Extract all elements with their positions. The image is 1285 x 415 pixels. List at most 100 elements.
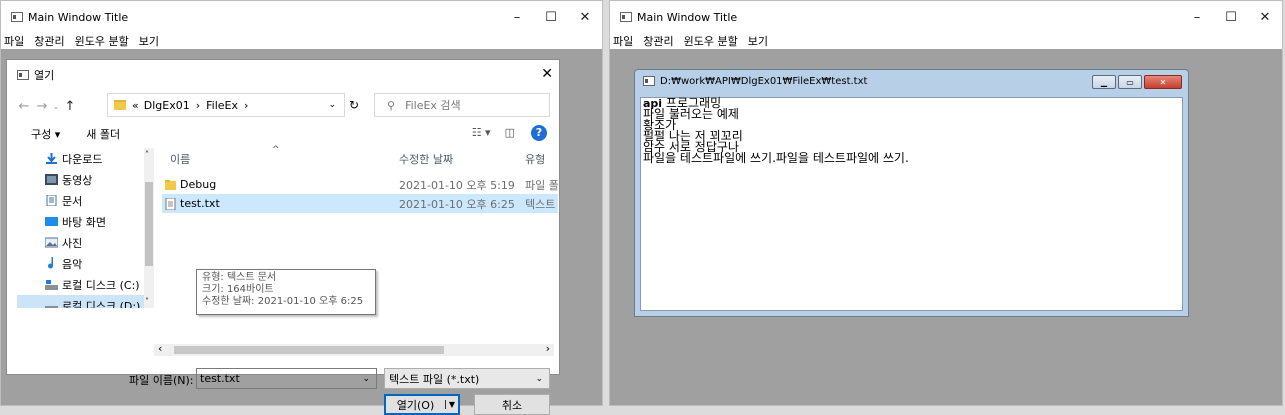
column-date[interactable]: 수정한 날짜 (399, 151, 453, 167)
recent-dropdown-icon[interactable]: ⌄ (51, 102, 61, 111)
scroll-down-icon[interactable]: ˅ (145, 297, 149, 306)
back-arrow-icon[interactable]: ← (15, 99, 33, 114)
download-icon (46, 153, 57, 164)
maximize-button[interactable]: ☐ (1214, 1, 1248, 33)
file-name: test.txt (180, 197, 220, 210)
folder-icon (114, 100, 126, 110)
address-overflow: « (132, 98, 139, 112)
desktop-icon (45, 217, 58, 226)
filetype-select[interactable]: 텍스트 파일 (*.txt) ⌄ (384, 368, 550, 389)
text-content-area[interactable]: api 프로그래밍 파일 불러오는 예제 황조가 펄펄 나는 저 꾀꼬리 암수 … (640, 97, 1183, 311)
music-icon (48, 257, 53, 269)
search-placeholder: FileEx 검색 (405, 99, 461, 112)
navigation-scrollbar[interactable]: ˄ ˅ (144, 148, 154, 308)
nav-item-videos[interactable]: 동영상 (17, 169, 154, 190)
child-restore-button[interactable]: ▭ (1118, 75, 1142, 89)
organize-button[interactable]: 구성 ▾ (31, 126, 60, 142)
menu-view[interactable]: 보기 (139, 33, 159, 49)
file-name: Debug (180, 178, 217, 191)
address-dropdown-icon[interactable]: ⌄ (328, 100, 336, 110)
child-app-icon (643, 76, 655, 86)
up-arrow-icon[interactable]: ↑ (61, 99, 79, 114)
help-icon[interactable]: ? (531, 125, 547, 141)
nav-item-documents[interactable]: 문서 (17, 190, 154, 211)
folder-icon (165, 179, 176, 190)
child-close-button[interactable]: ✕ (1144, 75, 1182, 89)
new-folder-button[interactable]: 새 폴더 (86, 126, 120, 142)
child-minimize-button[interactable]: ▁ (1092, 75, 1116, 89)
close-button[interactable]: ✕ (1248, 1, 1282, 33)
menu-window-split[interactable]: 윈도우 분할 (684, 33, 738, 49)
column-type[interactable]: 유형 (525, 151, 545, 167)
tooltip-type: 유형: 텍스트 문서 (202, 272, 277, 283)
scroll-up-icon[interactable]: ˄ (145, 150, 149, 159)
horizontal-scrollbar[interactable]: ‹ › (154, 342, 554, 356)
text-line: 파일 불러오는 예제 (643, 107, 739, 121)
breadcrumb-separator-icon: › (195, 98, 201, 112)
menu-bar: 파일 창관리 윈도우 분할 보기 (1, 33, 602, 49)
client-area: D:₩work₩API₩DlgEx01₩FileEx₩test.txt ▁ ▭ … (610, 49, 1282, 405)
window-title: Main Window Title (637, 10, 738, 24)
nav-item-label: 바탕 화면 (62, 215, 106, 229)
minimize-button[interactable]: – (1180, 1, 1214, 33)
column-name[interactable]: 이름 (170, 151, 190, 167)
nav-item-desktop[interactable]: 바탕 화면 (17, 211, 154, 232)
dialog-close-icon[interactable]: ✕ (541, 66, 553, 82)
horizontal-scroll-thumb[interactable] (174, 346, 444, 354)
nav-item-local-disk-d[interactable]: 로컬 디스크 (D:) (17, 295, 154, 308)
menu-bar: 파일 창관리 윈도우 분할 보기 (610, 33, 1282, 49)
nav-item-downloads[interactable]: 다운로드 (17, 148, 154, 169)
nav-item-label: 음악 (62, 257, 83, 271)
refresh-icon[interactable]: ↻ (342, 93, 366, 117)
table-row-selected[interactable]: test.txt 2021-01-10 오후 6:25 텍스트 문서 (162, 194, 559, 213)
menu-window-split[interactable]: 윈도우 분할 (75, 33, 129, 49)
maximize-button[interactable]: ☐ (534, 1, 568, 33)
preview-pane-icon[interactable]: ◫ (505, 126, 515, 139)
forward-arrow-icon[interactable]: → (33, 99, 51, 114)
left-main-window: Main Window Title – ☐ ✕ 파일 창관리 윈도우 분할 보기… (0, 0, 603, 415)
file-date: 2021-01-10 오후 6:25 (399, 197, 515, 211)
close-button[interactable]: ✕ (568, 1, 602, 33)
pictures-icon (45, 237, 58, 248)
filename-input[interactable]: test.txt ⌄ (196, 368, 377, 389)
menu-window-manage[interactable]: 창관리 (34, 33, 64, 49)
search-icon: ⚲ (387, 98, 396, 112)
menu-window-manage[interactable]: 창관리 (643, 33, 673, 49)
filename-value: test.txt (200, 372, 240, 385)
chevron-down-icon: ⌄ (535, 373, 543, 384)
menu-file[interactable]: 파일 (613, 33, 633, 49)
breadcrumb-dlgex01[interactable]: DlgEx01 (144, 99, 190, 112)
menu-view[interactable]: 보기 (748, 33, 768, 49)
document-icon (46, 195, 57, 206)
text-file-icon (165, 197, 176, 210)
dialog-title: 열기 (34, 69, 55, 82)
drive-icon (45, 306, 58, 308)
column-header-row: 이름 ^ 수정한 날짜 유형 (162, 145, 558, 170)
menu-file[interactable]: 파일 (4, 33, 24, 49)
scroll-left-icon[interactable]: ‹ (158, 342, 162, 355)
app-icon (11, 12, 23, 22)
cancel-button[interactable]: 취소 (474, 394, 550, 415)
file-tooltip: 유형: 텍스트 문서 크기: 164바이트 수정한 날짜: 2021-01-10… (196, 269, 376, 315)
table-row[interactable]: Debug 2021-01-10 오후 5:19 파일 폴더 (162, 175, 559, 194)
minimize-button[interactable]: – (500, 1, 534, 33)
search-input[interactable]: ⚲ FileEx 검색 (374, 93, 550, 117)
dialog-title-bar[interactable]: 열기 ✕ (7, 60, 559, 90)
filename-dropdown-icon[interactable]: ⌄ (362, 374, 370, 384)
nav-item-local-disk-c[interactable]: 로컬 디스크 (C:) (17, 274, 154, 295)
right-title-bar[interactable]: Main Window Title – ☐ ✕ (610, 1, 1282, 33)
scroll-right-icon[interactable]: › (546, 342, 550, 355)
child-title-bar[interactable]: D:₩work₩API₩DlgEx01₩FileEx₩test.txt ▁ ▭ … (635, 70, 1188, 92)
left-title-bar[interactable]: Main Window Title – ☐ ✕ (1, 1, 602, 33)
drive-icon (45, 280, 58, 290)
view-options-icon[interactable]: ☷ ▾ (472, 126, 491, 139)
tooltip-size: 크기: 164바이트 (202, 284, 274, 295)
nav-item-music[interactable]: 음악 (17, 253, 154, 274)
address-bar[interactable]: « DlgEx01 › FileEx › ⌄ (107, 93, 345, 117)
navigation-pane: 다운로드 동영상 문서 바탕 화면 사진 음악 로컬 디스크 (C:) 로컬 디… (17, 148, 154, 308)
scroll-thumb[interactable] (145, 182, 153, 266)
breadcrumb-fileex[interactable]: FileEx (206, 99, 238, 112)
mdi-child-window: D:₩work₩API₩DlgEx01₩FileEx₩test.txt ▁ ▭ … (634, 69, 1189, 317)
nav-item-pictures[interactable]: 사진 (17, 232, 154, 253)
open-button[interactable]: 열기(O) ▼ (384, 394, 460, 415)
